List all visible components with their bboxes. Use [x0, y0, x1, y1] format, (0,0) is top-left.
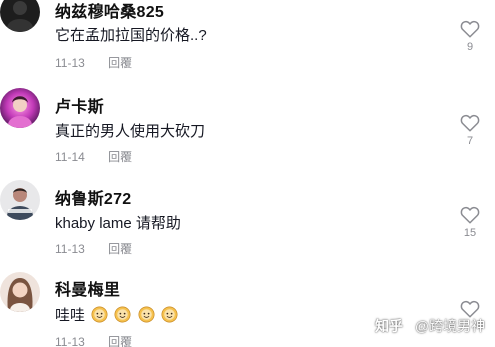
like-button[interactable]: 9: [457, 20, 483, 53]
comment-text: 哇哇: [55, 304, 178, 325]
man-portrait-avatar-icon: [0, 180, 40, 220]
comment-date: 11-13: [55, 335, 85, 347]
smiling-face-emoji-icon: [91, 306, 108, 323]
avatar[interactable]: [0, 180, 40, 220]
avatar[interactable]: [0, 272, 40, 312]
avatar[interactable]: [0, 0, 40, 32]
avatar[interactable]: [0, 88, 40, 128]
comment-item: 纳鲁斯272 khaby lame 请帮助 11-13 回覆 15: [0, 180, 495, 265]
comment-meta: 11-13 回覆: [55, 54, 132, 71]
watermark: 知乎 @跨境男神: [375, 316, 485, 336]
like-count: 15: [463, 227, 477, 239]
comment-item: 卢卡斯 真正的男人使用大砍刀 11-14 回覆 7: [0, 88, 495, 173]
comment-username[interactable]: 纳鲁斯272: [55, 185, 132, 209]
like-button[interactable]: 7: [457, 114, 483, 147]
comment-username[interactable]: 纳兹穆哈桑825: [55, 0, 164, 22]
comment-meta: 11-13 回覆: [55, 240, 132, 257]
pink-portrait-avatar-icon: [0, 88, 40, 128]
comment-item: 纳兹穆哈桑825 它在孟加拉国的价格..? 11-13 回覆 9: [0, 0, 495, 85]
woman-portrait-avatar-icon: [0, 272, 40, 312]
smiling-face-emoji-icon: [138, 306, 155, 323]
comment-text: 它在孟加拉国的价格..?: [55, 27, 207, 44]
comment-text-content: 哇哇: [55, 307, 86, 324]
watermark-handle: @跨境男神: [414, 318, 486, 334]
like-count: 9: [466, 41, 474, 53]
watermark-prefix: 知乎: [375, 318, 403, 334]
smiling-face-emoji-icon: [161, 306, 178, 323]
comment-date: 11-14: [55, 150, 85, 164]
reply-button[interactable]: 回覆: [108, 150, 132, 164]
comment-date: 11-13: [55, 242, 85, 256]
reply-button[interactable]: 回覆: [108, 335, 132, 347]
comment-username[interactable]: 科曼梅里: [55, 276, 120, 300]
heart-icon: [460, 114, 480, 132]
dark-profile-avatar-icon: [0, 0, 40, 32]
smiling-face-emoji-icon: [114, 306, 131, 323]
comment-text: khaby lame 请帮助: [55, 215, 181, 232]
heart-icon: [460, 206, 480, 224]
like-count: 7: [466, 135, 474, 147]
reply-button[interactable]: 回覆: [108, 56, 132, 70]
emoji-row: [89, 306, 178, 324]
comment-list: 纳兹穆哈桑825 它在孟加拉国的价格..? 11-13 回覆 9 卢卡斯 真正的…: [0, 0, 495, 347]
comment-username[interactable]: 卢卡斯: [55, 93, 104, 117]
comment-date: 11-13: [55, 56, 85, 70]
heart-icon: [460, 20, 480, 38]
reply-button[interactable]: 回覆: [108, 242, 132, 256]
comment-meta: 11-14 回覆: [55, 148, 132, 165]
comment-text: 真正的男人使用大砍刀: [55, 123, 206, 140]
comment-meta: 11-13 回覆: [55, 333, 132, 347]
like-button[interactable]: 15: [457, 206, 483, 239]
